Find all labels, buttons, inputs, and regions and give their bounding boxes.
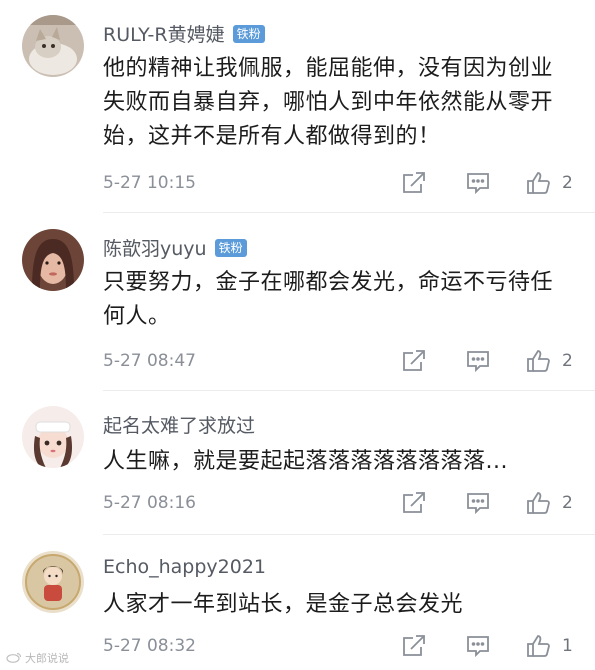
comment-actions: 5-27 10:15 2 <box>103 170 583 198</box>
username-text[interactable]: 陈歆羽yuyu <box>103 234 207 261</box>
comment-timestamp: 5-27 10:15 <box>103 173 196 193</box>
comment-text: 人家才一年到站长，是金子总会发光 <box>103 592 464 617</box>
comment-timestamp: 5-27 08:32 <box>103 636 196 656</box>
divider <box>103 534 595 535</box>
share-icon[interactable] <box>401 170 427 196</box>
divider <box>103 212 595 213</box>
avatar[interactable] <box>22 229 84 291</box>
like-icon[interactable] <box>525 170 551 196</box>
comment-text: 只要努力，金子在哪都会发光，命运不亏待任何人。 <box>103 270 554 329</box>
like-count: 2 <box>562 493 573 513</box>
avatar[interactable] <box>22 406 84 468</box>
like-icon[interactable] <box>525 633 551 659</box>
comment-username[interactable]: 陈歆羽yuyu 铁粉 <box>103 234 247 261</box>
username-text[interactable]: Echo_happy2021 <box>103 556 266 578</box>
comment-icon[interactable] <box>465 633 491 659</box>
like-count: 1 <box>562 636 573 656</box>
username-text[interactable]: 起名太难了求放过 <box>103 411 255 438</box>
share-icon[interactable] <box>401 490 427 516</box>
watermark-text: 大郎说说 <box>25 652 69 665</box>
comment-username[interactable]: Echo_happy2021 <box>103 556 266 578</box>
comment-username[interactable]: RULY-R黄娉婕 铁粉 <box>103 20 265 47</box>
comment-username[interactable]: 起名太难了求放过 <box>103 411 255 438</box>
watermark: 大郎说说 <box>6 650 69 666</box>
comment-text: 他的精神让我佩服，能屈能伸，没有因为创业失败而自暴自弃，哪怕人到中年依然能从零开… <box>103 56 554 149</box>
fan-badge: 铁粉 <box>232 24 265 43</box>
comment-timestamp: 5-27 08:47 <box>103 351 196 371</box>
weibo-icon <box>6 651 22 666</box>
share-icon[interactable] <box>401 633 427 659</box>
like-count: 2 <box>562 351 573 371</box>
comment-text: 人生嘛，就是要起起落落落落落落落落... <box>103 449 508 474</box>
share-icon[interactable] <box>401 348 427 374</box>
avatar[interactable] <box>22 15 84 77</box>
comment-icon[interactable] <box>465 348 491 374</box>
comment-actions: 5-27 08:47 2 <box>103 348 583 376</box>
avatar[interactable] <box>22 551 84 613</box>
fan-badge: 铁粉 <box>214 238 247 257</box>
like-count: 2 <box>562 173 573 193</box>
like-icon[interactable] <box>525 348 551 374</box>
comment-timestamp: 5-27 08:16 <box>103 493 196 513</box>
username-text[interactable]: RULY-R黄娉婕 <box>103 20 225 47</box>
comment-actions: 5-27 08:16 2 <box>103 490 583 518</box>
comment-actions: 5-27 08:32 1 <box>103 633 583 661</box>
comment-icon[interactable] <box>465 490 491 516</box>
comment-icon[interactable] <box>465 170 491 196</box>
divider <box>103 390 595 391</box>
like-icon[interactable] <box>525 490 551 516</box>
